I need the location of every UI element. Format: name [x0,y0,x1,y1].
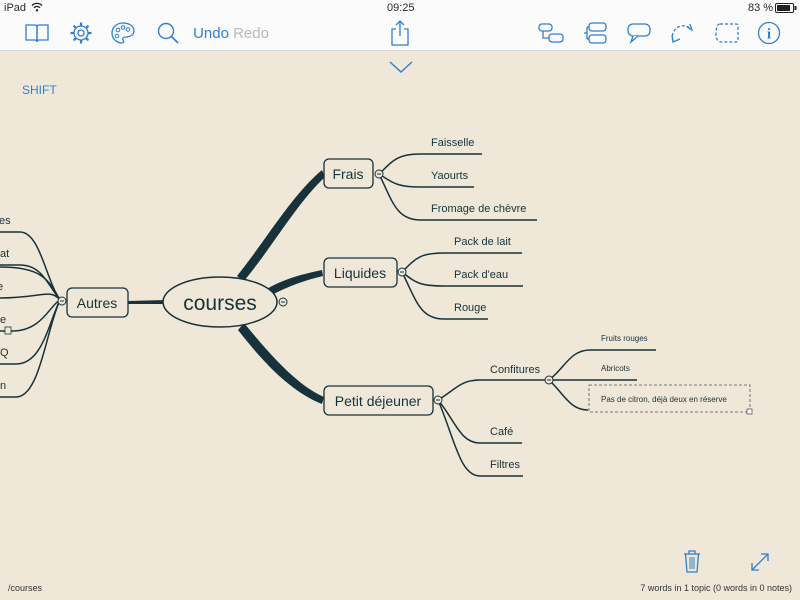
breadcrumb-path: /courses [8,583,43,593]
item-yaourts[interactable]: Yaourts [431,170,469,182]
autres-child-6: Q [0,347,9,359]
expand-icon[interactable] [749,551,771,573]
topic-autres-label[interactable]: Autres [77,295,117,311]
topic-liquides-label[interactable]: Liquides [334,265,386,281]
item-fromage[interactable]: Fromage de chèvre [431,203,526,215]
topic-frais-label[interactable]: Frais [332,166,363,182]
branch-petit-dejeuner [238,323,324,404]
item-filtres[interactable]: Filtres [490,459,520,471]
item-cafe[interactable]: Café [490,426,513,438]
autres-child-2: at [0,248,9,260]
item-citron[interactable]: Pas de citron, déjà deux en réserve [601,395,727,404]
autres-child-5: e [0,314,6,326]
item-pack-d-eau[interactable]: Pack d'eau [454,269,508,281]
item-pack-de-lait[interactable]: Pack de lait [454,236,511,248]
topic-petit-dejeuner-label[interactable]: Petit déjeuner [335,393,422,409]
central-topic-label: courses [183,292,257,315]
autres-child-7: n [0,380,6,392]
item-rouge[interactable]: Rouge [454,302,486,314]
branch-autres [127,300,166,304]
item-faisselle[interactable]: Faisselle [431,137,474,149]
branch-liquides [265,270,323,296]
trash-icon[interactable] [681,549,703,573]
word-count: 7 words in 1 topic (0 words in 0 notes) [640,583,792,593]
resize-handle[interactable] [746,408,753,415]
branch-frais [237,170,325,281]
item-abricots[interactable]: Abricots [601,364,630,373]
autres-child-3: e [0,281,3,293]
item-fruits-rouges[interactable]: Fruits rouges [601,334,648,343]
note-icon [4,326,12,335]
topic-confitures-label[interactable]: Confitures [490,364,541,376]
mind-map-canvas: courses Autres Frais Liquides Petit déje… [0,137,753,477]
autres-child-1: es [0,215,11,227]
